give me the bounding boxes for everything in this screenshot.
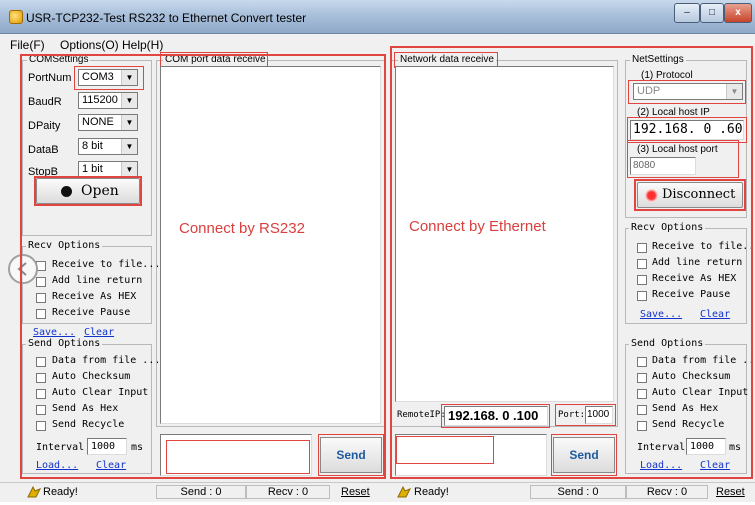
maximize-button[interactable]: □	[700, 3, 724, 23]
title-bar: USR-TCP232-Test RS232 to Ethernet Conver…	[0, 0, 755, 34]
menu-help[interactable]: Help(H)	[122, 38, 163, 52]
menu-options[interactable]: Options(O)	[60, 38, 119, 52]
right-status-ready: Ready!	[414, 486, 449, 498]
close-button[interactable]: x	[724, 3, 752, 23]
app-icon	[9, 10, 23, 24]
annotation-serial-side	[20, 54, 386, 479]
ready-icon	[27, 485, 42, 498]
right-status-recv: Recv : 0	[626, 485, 708, 499]
annotation-network-side	[390, 46, 753, 479]
minimize-button[interactable]: –	[674, 3, 700, 23]
right-reset-link[interactable]: Reset	[716, 486, 745, 498]
ready-icon	[397, 485, 412, 498]
left-status-ready: Ready!	[43, 486, 78, 498]
left-status-recv: Recv : 0	[246, 485, 330, 499]
left-status-send: Send : 0	[156, 485, 246, 499]
window-title: USR-TCP232-Test RS232 to Ethernet Conver…	[26, 11, 307, 25]
right-status-send: Send : 0	[530, 485, 626, 499]
left-reset-link[interactable]: Reset	[341, 486, 370, 498]
menu-file[interactable]: File(F)	[10, 38, 45, 52]
